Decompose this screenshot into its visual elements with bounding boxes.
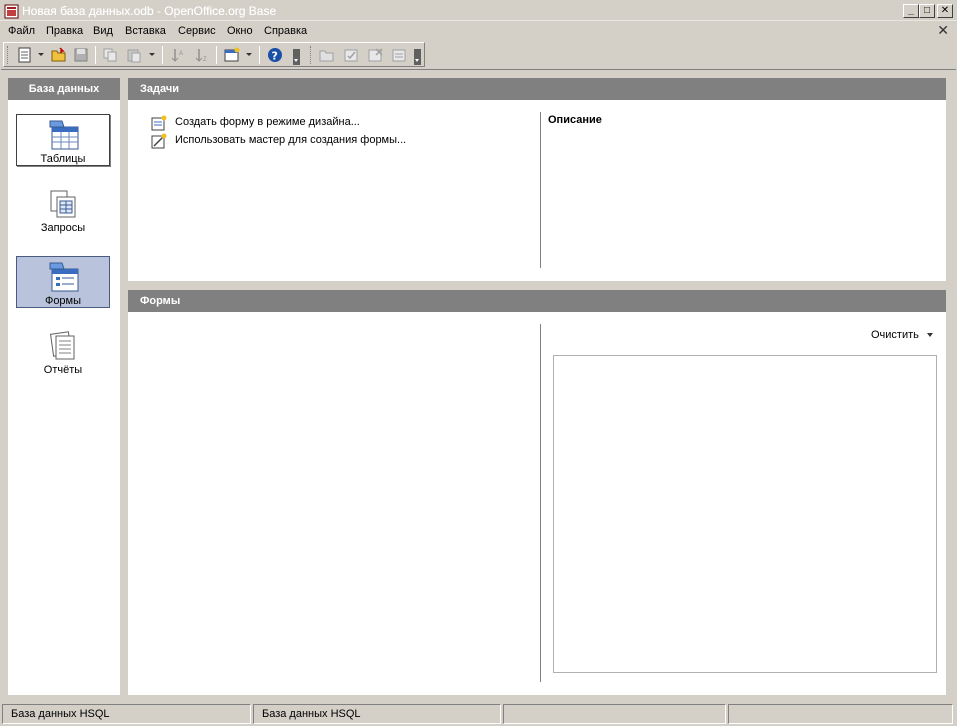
paste-dropdown-arrow-icon[interactable] <box>149 53 155 56</box>
document-close-icon[interactable]: ✕ <box>937 22 949 39</box>
menu-view[interactable]: Вид <box>93 25 113 37</box>
maximize-icon: □ <box>923 5 931 16</box>
window-title: Новая база данных.odb - OpenOffice.org B… <box>22 4 277 18</box>
sort-descending-icon[interactable]: Z <box>194 47 210 63</box>
status-field-db-name: База данных HSQL <box>253 704 501 724</box>
preview-area <box>553 355 937 673</box>
database-panel: База данных Таблицы Запросы Формы Отчёты <box>8 78 120 695</box>
menu-edit[interactable]: Правка <box>46 25 83 37</box>
delete-object-icon[interactable] <box>367 47 383 63</box>
copy-icon[interactable] <box>102 47 118 63</box>
title-bar: Новая база данных.odb - OpenOffice.org B… <box>0 0 957 21</box>
help-icon[interactable]: ? <box>267 47 283 63</box>
task-label: Использовать мастер для создания формы..… <box>175 134 407 146</box>
new-dropdown-arrow-icon[interactable] <box>38 53 44 56</box>
rename-object-icon[interactable] <box>391 47 407 63</box>
svg-text:?: ? <box>272 50 278 63</box>
forms-icon <box>49 262 79 292</box>
menu-help[interactable]: Справка <box>264 25 307 37</box>
save-icon[interactable] <box>73 47 89 63</box>
toolbar-overflow-icon[interactable] <box>414 49 421 65</box>
status-field <box>503 704 726 724</box>
forms-divider <box>540 324 541 682</box>
queries-icon <box>50 190 76 218</box>
clear-preview-dropdown[interactable]: Очистить <box>871 329 933 341</box>
sidebar-item-label: Запросы <box>40 222 86 234</box>
toolbar-overflow-icon[interactable] <box>293 49 300 65</box>
sidebar-item-label: Формы <box>44 295 82 307</box>
toolbar-handle[interactable] <box>310 46 313 64</box>
form-icon[interactable] <box>224 47 240 63</box>
sidebar-item-forms[interactable]: Формы <box>16 256 110 308</box>
status-bar: База данных HSQL База данных HSQL <box>0 703 957 726</box>
toolbar-separator <box>162 46 163 64</box>
form-design-icon <box>151 115 167 131</box>
sidebar-item-label: Отчёты <box>43 364 83 376</box>
sort-ascending-icon[interactable]: A <box>170 47 186 63</box>
tables-icon <box>49 120 79 150</box>
sidebar-item-tables[interactable]: Таблицы <box>16 114 110 166</box>
tasks-panel: Задачи Создать форму в режиме дизайна...… <box>128 78 946 281</box>
status-field <box>728 704 953 724</box>
status-field-db-type: База данных HSQL <box>2 704 251 724</box>
sidebar-item-queries[interactable]: Запросы <box>16 184 110 236</box>
toolbar-handle[interactable] <box>7 46 10 64</box>
svg-text:Z: Z <box>203 57 207 63</box>
task-label: Создать форму в режиме дизайна... <box>175 116 360 128</box>
toolbar-separator <box>216 46 217 64</box>
menu-bar: Файл Правка Вид Вставка Сервис Окно Спра… <box>0 22 957 41</box>
form-wizard-icon <box>151 133 167 149</box>
toolbar-separator <box>95 46 96 64</box>
clear-label: Очистить <box>871 329 919 341</box>
forms-panel: Формы Очистить <box>128 290 946 695</box>
base-app-icon <box>4 4 19 19</box>
sidebar-item-reports[interactable]: Отчёты <box>16 326 110 378</box>
menu-tools[interactable]: Сервис <box>178 25 216 37</box>
svg-text:A: A <box>179 51 183 57</box>
close-button[interactable]: ✕ <box>937 4 953 18</box>
form-dropdown-arrow-icon[interactable] <box>246 53 252 56</box>
database-panel-header: База данных <box>8 78 120 100</box>
toolbar-separator <box>259 46 260 64</box>
paste-icon[interactable] <box>126 47 142 63</box>
tasks-divider <box>540 112 541 268</box>
forms-panel-header: Формы <box>128 290 946 312</box>
maximize-button[interactable]: □ <box>919 4 935 18</box>
close-icon: ✕ <box>940 5 950 16</box>
menu-insert[interactable]: Вставка <box>125 25 166 37</box>
minimize-button[interactable]: _ <box>903 4 919 18</box>
standard-toolbar: A Z ? <box>3 42 425 67</box>
edit-object-icon[interactable] <box>343 47 359 63</box>
menu-file[interactable]: Файл <box>8 25 35 37</box>
description-title: Описание <box>548 114 602 126</box>
minimize-icon: _ <box>908 5 914 16</box>
chevron-down-icon <box>926 333 933 338</box>
tasks-panel-header: Задачи <box>128 78 946 100</box>
open-folder-icon[interactable] <box>51 47 67 63</box>
sidebar-item-label: Таблицы <box>40 153 86 165</box>
new-document-icon[interactable] <box>17 47 33 63</box>
open-object-icon[interactable] <box>319 47 335 63</box>
menu-window[interactable]: Окно <box>227 25 253 37</box>
reports-icon <box>49 331 75 360</box>
